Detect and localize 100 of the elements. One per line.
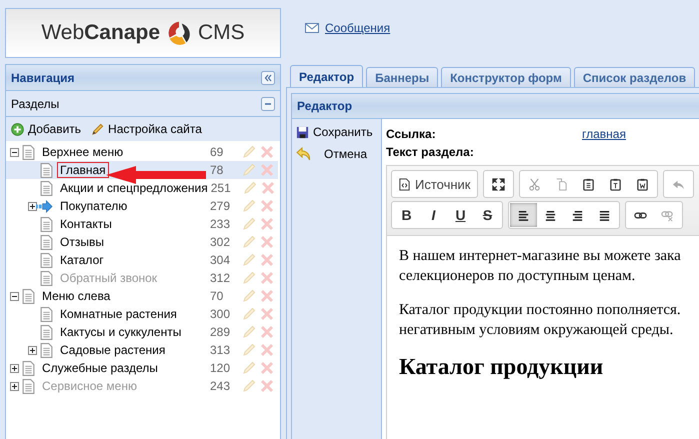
collapse-toggle-icon[interactable] (10, 148, 19, 156)
delete-icon[interactable] (260, 199, 274, 213)
italic-button[interactable]: I (420, 203, 447, 227)
edit-icon[interactable] (242, 163, 256, 177)
delete-icon[interactable] (260, 235, 274, 249)
delete-icon[interactable] (260, 145, 274, 159)
item-count: 70 (210, 289, 224, 303)
item-count: 243 (210, 379, 232, 393)
tab[interactable]: Список разделов (574, 67, 696, 87)
cancel-button[interactable]: Отмена (296, 147, 377, 161)
edit-icon[interactable] (242, 289, 256, 303)
align-left-button[interactable] (510, 203, 537, 227)
delete-icon[interactable] (260, 253, 274, 267)
expand-toggle-icon[interactable] (28, 346, 37, 354)
tree-item[interactable]: Меню слева 70 (6, 287, 278, 305)
item-count: 300 (210, 307, 232, 321)
tree-item[interactable]: Акции и спецпредложения 251 (6, 179, 278, 197)
page-link[interactable]: главная (582, 127, 626, 141)
expand-toggle-icon[interactable] (10, 364, 19, 372)
messages-link[interactable]: Сообщения (325, 21, 390, 35)
content-text-line: В нашем интернет-магазине вы можете зака (399, 247, 681, 266)
envelope-icon[interactable] (305, 23, 319, 33)
delete-icon[interactable] (260, 343, 274, 357)
delete-icon[interactable] (260, 217, 274, 231)
content-text-line: селекционеров по доступным ценам. (399, 267, 636, 286)
add-icon (11, 122, 24, 136)
logo-wordmark: WebCanape (41, 21, 160, 45)
add-button[interactable]: Добавить (11, 122, 82, 136)
tree-item-label: Служебные разделы (41, 360, 159, 376)
tree-item[interactable]: Контакты 233 (6, 215, 278, 233)
pencil-icon (91, 122, 104, 136)
tree-item[interactable]: Служебные разделы 120 (6, 359, 278, 377)
item-count: 304 (210, 253, 232, 267)
content-text-line: Каталог продукции постоянно пополняется. (399, 301, 681, 320)
tree-item-label: Комнатные растения (59, 306, 178, 322)
align-center-icon (544, 208, 557, 222)
page-icon (40, 270, 53, 286)
page-icon (40, 216, 53, 232)
delete-icon[interactable] (260, 307, 274, 321)
tab[interactable]: Баннеры (366, 67, 438, 87)
edit-icon[interactable] (242, 199, 256, 213)
item-count: 78 (210, 163, 224, 177)
edit-icon[interactable] (242, 217, 256, 231)
item-count: 120 (210, 361, 232, 375)
item-count: 289 (210, 325, 232, 339)
bold-button[interactable]: B (393, 203, 420, 227)
tree-item[interactable]: Кактусы и суккуленты 289 (6, 323, 278, 341)
page-icon (40, 234, 53, 250)
edit-icon[interactable] (242, 235, 256, 249)
tab[interactable]: Редактор (290, 65, 364, 87)
page-icon (40, 306, 53, 322)
tree-item[interactable]: Покупателю 279 (6, 197, 278, 215)
collapse-toggle-icon[interactable] (10, 292, 19, 300)
tree-item[interactable]: Отзывы 302 (6, 233, 278, 251)
tree-item-label: Главная (57, 162, 109, 178)
edit-icon[interactable] (242, 145, 256, 159)
page-icon (22, 288, 35, 304)
page-icon (22, 378, 35, 394)
broken-link-icon (661, 208, 674, 222)
tree-item-label: Каталог (59, 252, 105, 268)
delete-icon[interactable] (260, 163, 274, 177)
copy-icon (554, 178, 568, 190)
strikethrough-button[interactable]: S (474, 203, 501, 227)
delete-icon[interactable] (260, 289, 274, 303)
arrow-icon (36, 198, 53, 214)
site-settings-button[interactable]: Настройка сайта (91, 122, 202, 136)
edit-icon[interactable] (242, 307, 256, 321)
edit-icon[interactable] (242, 361, 256, 375)
underline-button[interactable]: U (447, 203, 474, 227)
align-left-icon (517, 208, 530, 222)
item-count: 251 (210, 181, 232, 195)
tab[interactable]: Конструктор форм (441, 67, 571, 87)
tree-item-label: Меню слева (41, 288, 112, 304)
scissors-icon (528, 178, 540, 190)
clipboard-word-icon (636, 178, 648, 190)
save-button[interactable]: Сохранить (296, 125, 377, 139)
edit-icon[interactable] (242, 181, 257, 195)
minimize-icon[interactable] (261, 96, 275, 110)
justify-icon (598, 208, 611, 222)
page-icon (22, 144, 35, 160)
collapse-icon[interactable] (261, 70, 275, 84)
source-button[interactable]: Источник (393, 172, 476, 196)
tree-item[interactable]: Садовые растения 313 (6, 341, 278, 359)
tree-item[interactable]: Верхнее меню 69 (6, 143, 278, 161)
content-heading: Каталог продукции (399, 354, 604, 380)
tree-item[interactable]: Комнатные растения 300 (6, 305, 278, 323)
clipboard-icon (582, 178, 594, 190)
page-icon (40, 180, 53, 196)
delete-icon[interactable] (260, 181, 275, 195)
tree-item-label: Садовые растения (59, 342, 166, 358)
edit-icon[interactable] (242, 253, 256, 267)
tree-item-label: Покупателю (59, 198, 128, 214)
delete-icon[interactable] (260, 325, 274, 339)
logo-suffix: CMS (198, 21, 245, 45)
tree-item[interactable]: Каталог 304 (6, 251, 278, 269)
expand-toggle-icon[interactable] (28, 202, 37, 210)
panel-title: Редактор (297, 99, 352, 113)
edit-icon[interactable] (242, 343, 256, 357)
edit-icon[interactable] (242, 325, 256, 339)
delete-icon[interactable] (260, 361, 274, 375)
